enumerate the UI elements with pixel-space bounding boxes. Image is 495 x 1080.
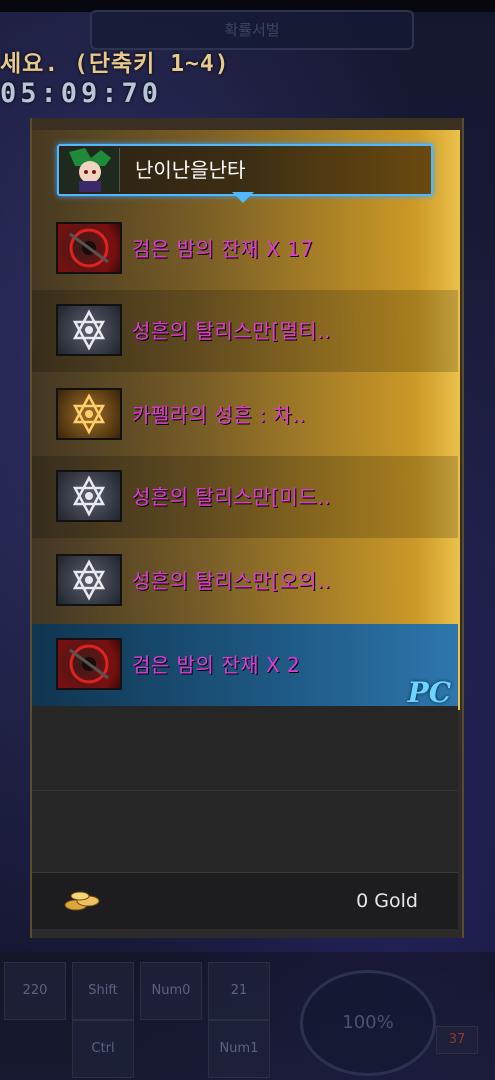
gold-hexagram-stigma-icon	[56, 388, 122, 440]
hotbar-slot[interactable]: Num1	[208, 1020, 270, 1078]
item-name: 검은 밤의 잔재 X 17	[132, 237, 314, 261]
loot-row-selected[interactable]: 검은 밤의 잔재 X 2	[32, 624, 458, 706]
loot-row[interactable]: 성흔의 탈리스만[멀티..	[32, 290, 458, 372]
instruction-text: 세요. (단축키 1~4)	[0, 51, 230, 77]
item-name: 카펠라의 성흔 : 차..	[132, 403, 306, 427]
black-night-remnant-icon	[56, 638, 122, 690]
gold-bar: 0 Gold	[32, 872, 458, 929]
loot-row[interactable]: 검은 밤의 잔재 X 17	[32, 208, 458, 290]
item-name: 성흔의 탈리스만[오의..	[132, 569, 331, 593]
loot-row[interactable]: 성흔의 탈리스만[미드..	[32, 456, 458, 538]
hotbar-slot[interactable]: 220	[4, 962, 66, 1020]
loot-row[interactable]: 성흔의 탈리스만[오의..	[32, 540, 458, 622]
owner-pointer	[232, 192, 254, 203]
avatar	[61, 148, 120, 192]
hotbar-slot[interactable]: Shift	[72, 962, 134, 1020]
gauge-orb: 100%	[300, 970, 436, 1076]
loot-row[interactable]: 카펠라의 성흔 : 차..	[32, 374, 458, 456]
hotbar-slot[interactable]: Ctrl	[72, 1020, 134, 1078]
empty-slots	[32, 706, 458, 872]
hotbar-slot[interactable]: 21	[208, 962, 270, 1020]
pc-badge: PC	[407, 676, 451, 709]
black-night-remnant-icon	[56, 222, 122, 274]
gold-amount: 0 Gold	[356, 890, 418, 912]
item-name: 성흔의 탈리스만[미드..	[132, 485, 331, 509]
owner-box: 난이난을난타	[57, 144, 433, 196]
gold-coins-icon	[64, 891, 100, 911]
item-name: 성흔의 탈리스만[멀티..	[132, 319, 331, 343]
silver-hexagram-talisman-icon	[56, 304, 122, 356]
silver-hexagram-talisman-icon	[56, 470, 122, 522]
countdown-timer: 05:09:70	[0, 78, 163, 109]
level-badge: 37	[436, 1026, 478, 1054]
owner-name: 난이난을난타	[135, 158, 246, 182]
item-name: 검은 밤의 잔재 X 2	[132, 653, 301, 677]
divider	[32, 790, 458, 791]
silver-hexagram-talisman-icon	[56, 554, 122, 606]
hotbar-slot[interactable]: Num0	[140, 962, 202, 1020]
